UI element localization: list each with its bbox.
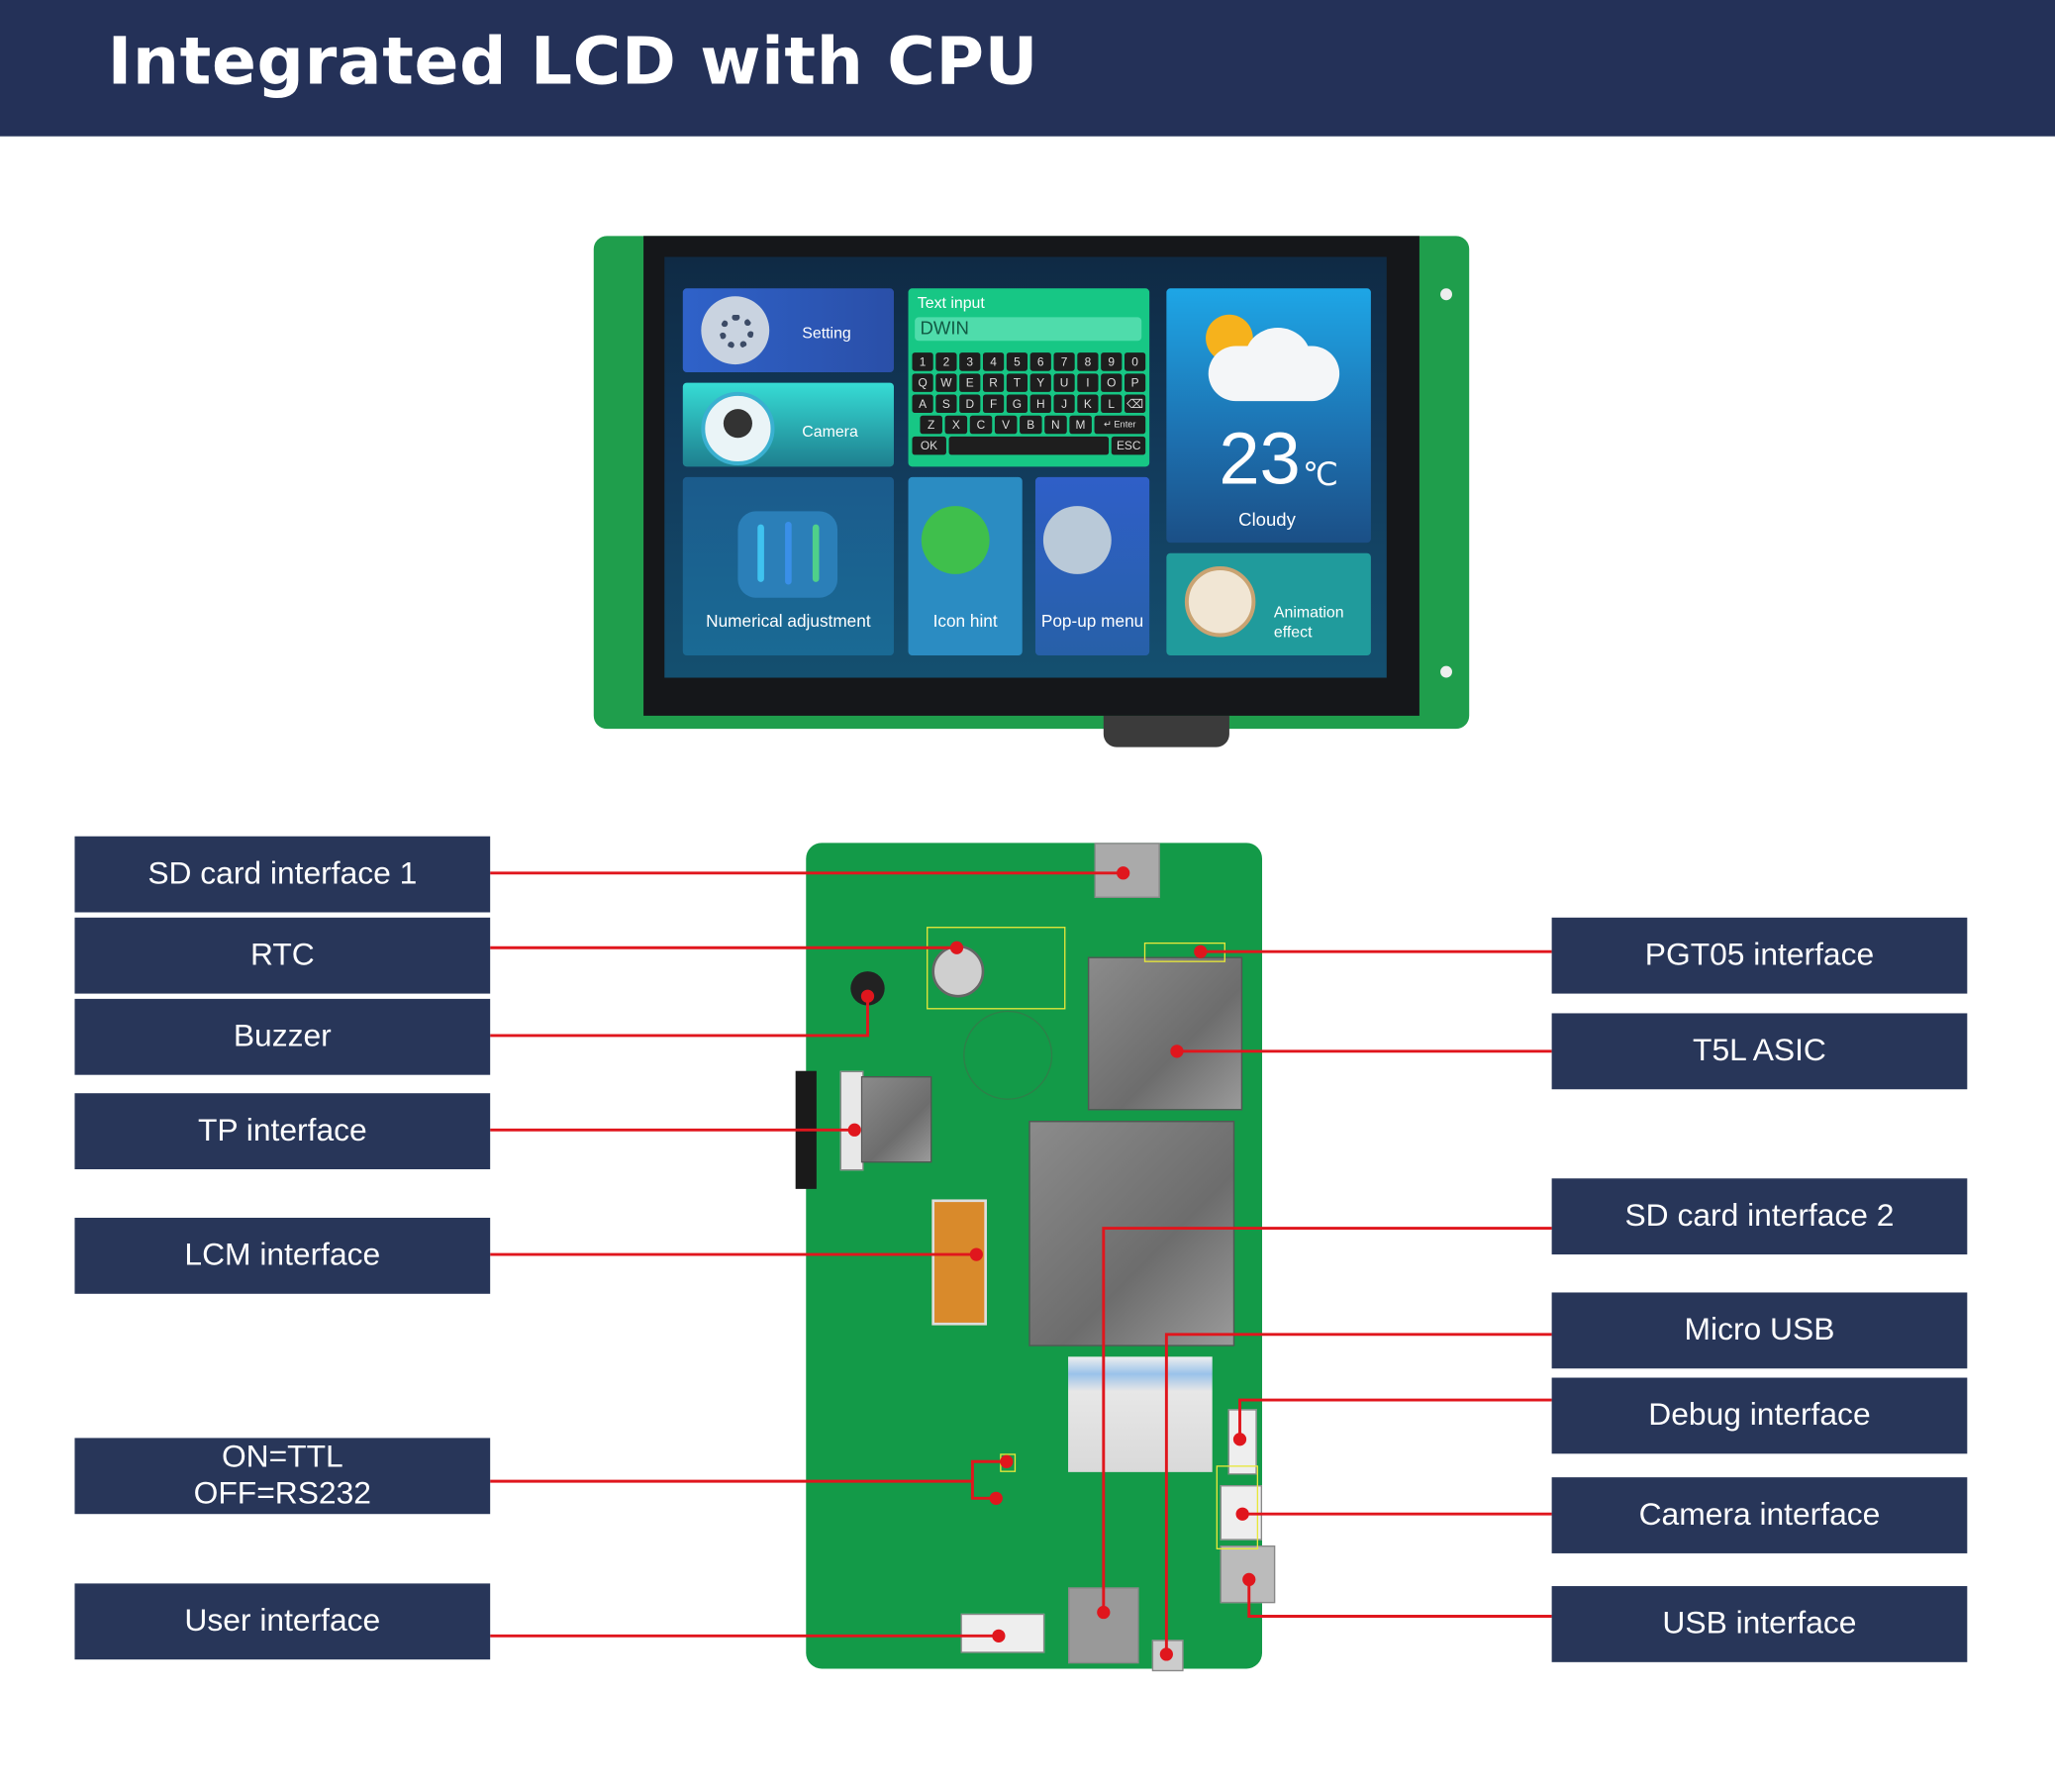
leader-line-debug [1238, 1398, 1552, 1440]
leader-line-buzzer [490, 996, 869, 1038]
label-ttl-rs232: ON=TTL OFF=RS232 [74, 1438, 491, 1515]
label-tp-interface: TP interface [74, 1093, 491, 1170]
leader-dot-micro-usb [1159, 1647, 1173, 1661]
label-camera-interface: Camera interface [1551, 1477, 1968, 1553]
leader-dot-t5l [1170, 1045, 1184, 1058]
label-sd-card-interface-2: SD card interface 2 [1551, 1178, 1968, 1255]
label-buzzer: Buzzer [74, 998, 491, 1075]
leader-dot-debug [1232, 1433, 1247, 1446]
leader-dot-tp [847, 1123, 861, 1137]
leader-line-sd2 [1102, 1227, 1552, 1613]
leader-dot-usb [1242, 1572, 1256, 1587]
leader-dot-sd1 [1117, 866, 1130, 880]
leader-line-micro-usb [1164, 1333, 1552, 1654]
label-debug-interface: Debug interface [1551, 1377, 1968, 1454]
leader-dot-buzzer [860, 989, 875, 1003]
leader-dot-lcm [969, 1247, 983, 1261]
leader-dot-ttl [989, 1491, 1003, 1505]
leader-dot-pgt05 [1194, 945, 1208, 958]
label-t5l-asic: T5L ASIC [1551, 1013, 1968, 1090]
label-sd-card-interface-1: SD card interface 1 [74, 836, 491, 913]
label-pgt05-interface: PGT05 interface [1551, 917, 1968, 994]
stage: Integrated LCD with CPU Setting Camera T… [0, 0, 2055, 1792]
leader-line-ttl [490, 1459, 1007, 1500]
leader-dot-camera [1235, 1507, 1249, 1521]
leader-dot-ttl [1000, 1454, 1014, 1468]
label-user-interface: User interface [74, 1583, 491, 1660]
leader-line-usb [1247, 1579, 1552, 1618]
leader-dot-user [992, 1629, 1006, 1643]
label-lcm-interface: LCM interface [74, 1217, 491, 1294]
leader-dot-sd2 [1097, 1605, 1111, 1620]
label-usb-interface: USB interface [1551, 1586, 1968, 1662]
label-micro-usb: Micro USB [1551, 1292, 1968, 1369]
label-rtc: RTC [74, 917, 491, 994]
leader-dot-rtc [949, 941, 964, 954]
